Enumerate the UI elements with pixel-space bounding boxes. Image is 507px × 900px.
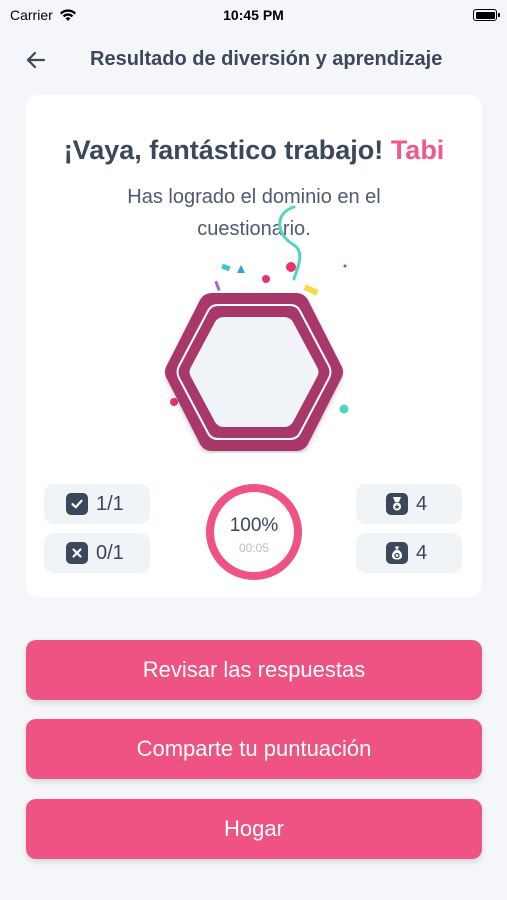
medal-count: 4: [416, 492, 428, 515]
page-title: Resultado de diversión y aprendizaje: [90, 48, 443, 70]
clock: 10:45 PM: [223, 7, 284, 23]
score-percent: 100%: [229, 515, 279, 536]
wrong-answers-stat: 0/1: [44, 533, 150, 573]
back-arrow-icon: [26, 51, 46, 69]
result-card: ¡Vaya, fantástico trabajo! Tabi Has logr…: [26, 95, 482, 597]
status-bar: Carrier 10:45 PM: [0, 0, 507, 30]
correct-count: 1/1: [96, 492, 124, 515]
wrong-count: 0/1: [96, 541, 124, 564]
back-button[interactable]: [22, 46, 50, 74]
coin-count: 4: [416, 541, 428, 564]
player-name: Tabi: [390, 135, 445, 165]
achievement-badge: [165, 293, 343, 451]
medals-stat: 4: [356, 484, 462, 524]
correct-answers-stat: 1/1: [44, 484, 150, 524]
nav-bar: Resultado de diversión y aprendizaje: [0, 38, 507, 82]
subtitle: Has logrado el dominio en el cuestionari…: [127, 186, 381, 240]
headline: ¡Vaya, fantástico trabajo! Tabi: [26, 135, 482, 166]
medal-icon: [386, 493, 408, 515]
coin-bag-icon: [386, 542, 408, 564]
share-score-label: Comparte tu puntuación: [136, 736, 372, 761]
elapsed-time: 00:05: [238, 541, 270, 555]
home-button[interactable]: Hogar: [26, 799, 482, 859]
battery-icon: [473, 9, 500, 21]
share-score-button[interactable]: Comparte tu puntuación: [26, 719, 482, 779]
home-label: Hogar: [224, 816, 284, 841]
coins-stat: 4: [356, 533, 462, 573]
review-answers-button[interactable]: Revisar las respuestas: [26, 640, 482, 700]
review-answers-label: Revisar las respuestas: [142, 657, 366, 682]
headline-text: ¡Vaya, fantástico trabajo!: [63, 135, 384, 165]
cross-icon: [66, 542, 88, 564]
check-icon: [66, 493, 88, 515]
